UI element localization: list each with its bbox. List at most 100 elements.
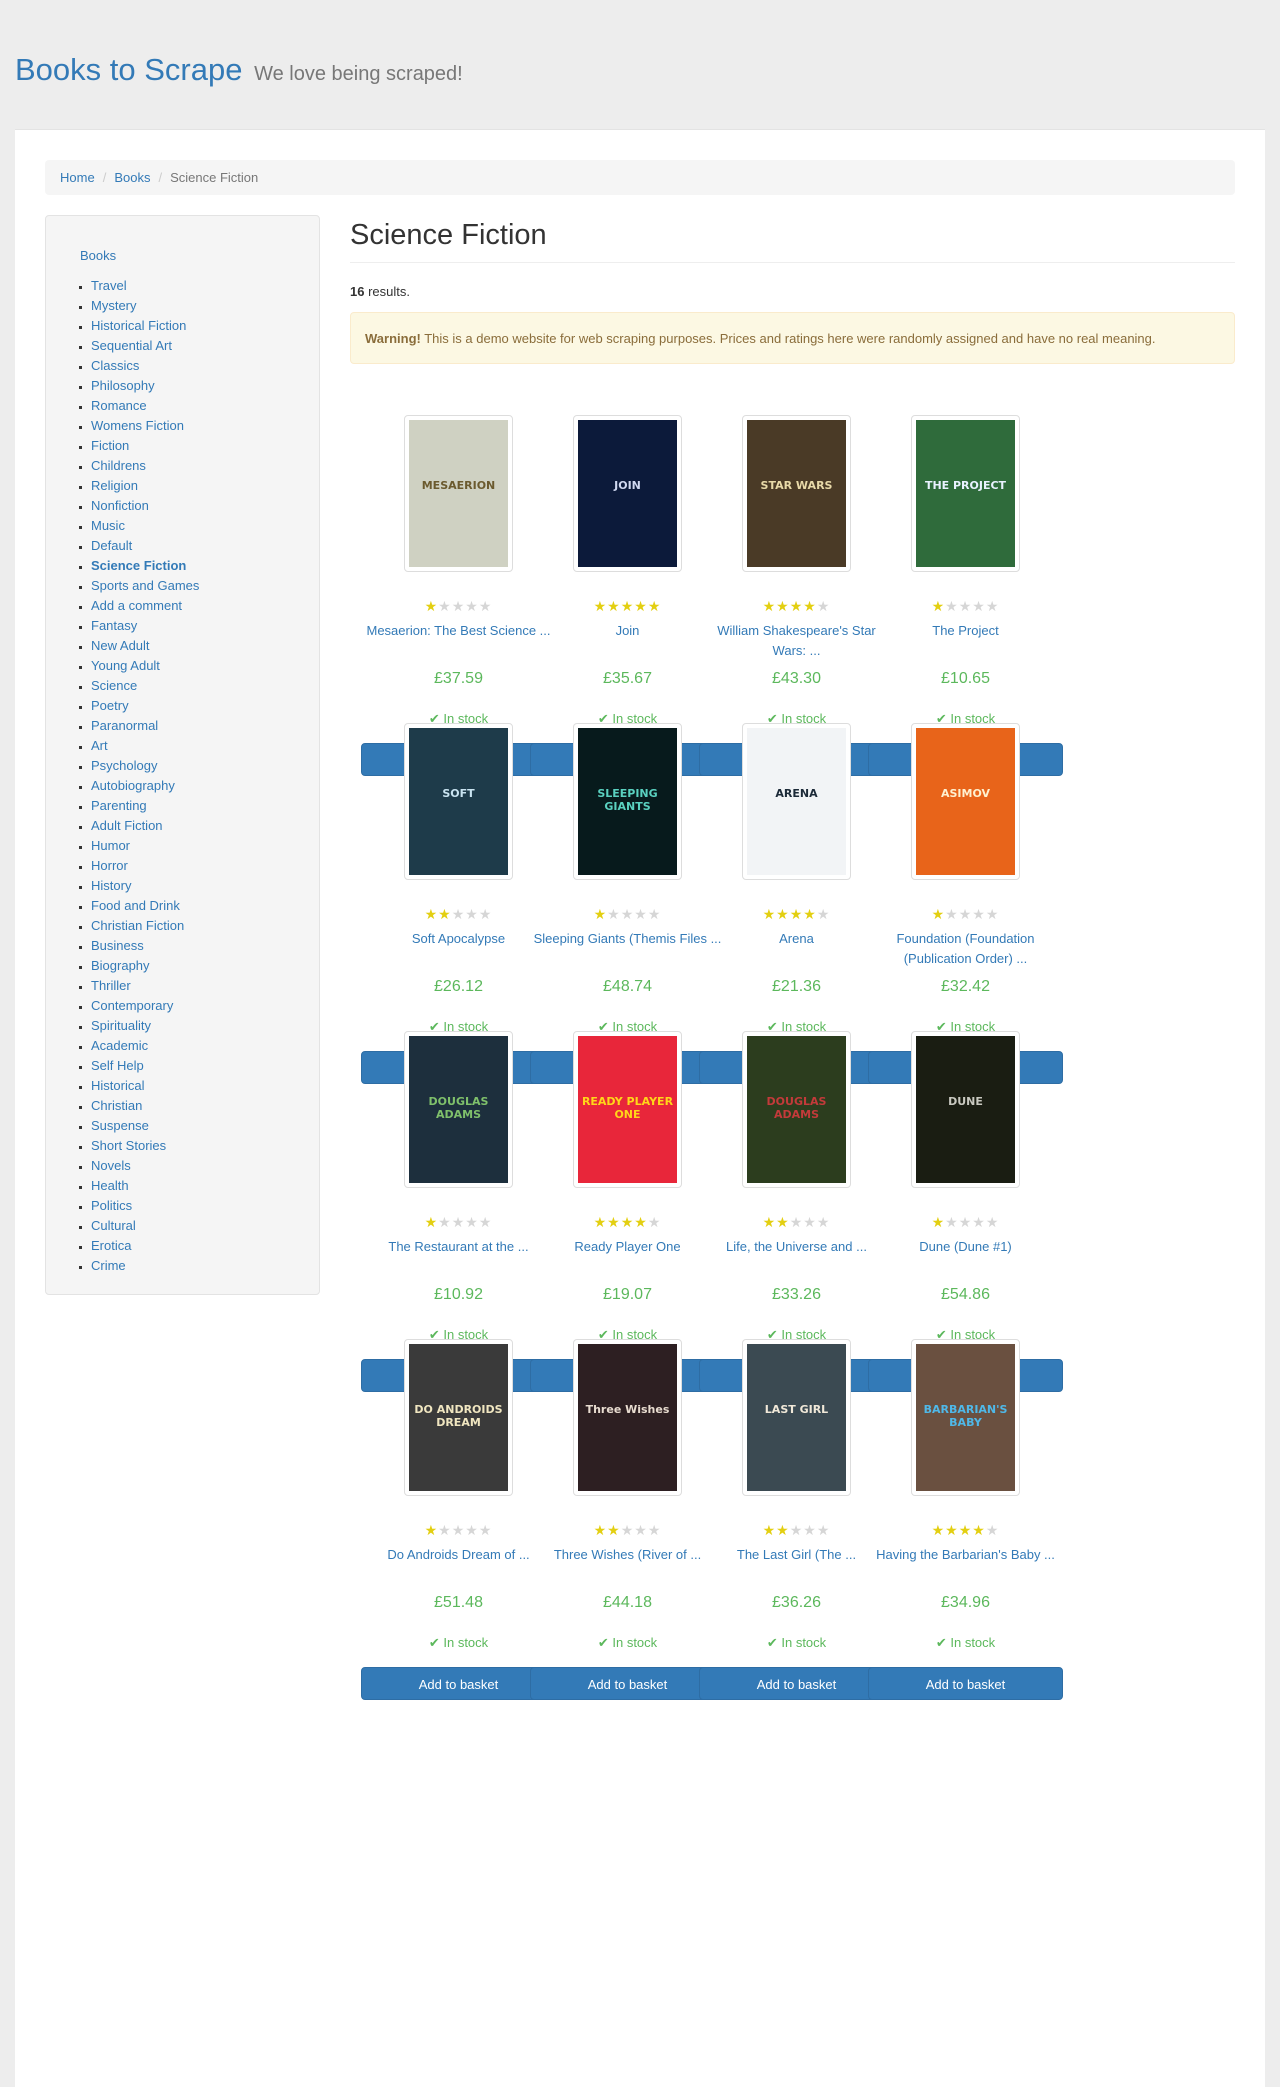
sidebar-category-link[interactable]: Politics (91, 1198, 132, 1213)
sidebar-category-link[interactable]: Science Fiction (91, 558, 186, 573)
product-title-link[interactable]: Sleeping Giants (Themis Files ... (530, 929, 725, 949)
sidebar-category-link[interactable]: Horror (91, 858, 128, 873)
sidebar-category-link[interactable]: Historical Fiction (91, 318, 186, 333)
product-title-link[interactable]: Having the Barbarian's Baby ... (868, 1545, 1063, 1565)
breadcrumb-home[interactable]: Home (60, 160, 95, 195)
sidebar-category-link[interactable]: Art (91, 738, 108, 753)
sidebar-category-link[interactable]: Paranormal (91, 718, 158, 733)
sidebar-category-link[interactable]: Mystery (91, 298, 137, 313)
book-cover-thumbnail[interactable]: Three Wishes (573, 1339, 682, 1496)
checkmark-icon: ✔ (597, 1635, 613, 1650)
book-cover-thumbnail[interactable]: DUNE (911, 1031, 1020, 1188)
sidebar-category-link[interactable]: History (91, 878, 131, 893)
book-cover-thumbnail[interactable]: LAST GIRL (742, 1339, 851, 1496)
book-cover-thumbnail[interactable]: SLEEPING GIANTS (573, 723, 682, 880)
sidebar-category-link[interactable]: Sequential Art (91, 338, 172, 353)
sidebar-category-link[interactable]: Music (91, 518, 125, 533)
sidebar-category-link[interactable]: Womens Fiction (91, 418, 184, 433)
sidebar-category-link[interactable]: Fantasy (91, 618, 137, 633)
sidebar-category-link[interactable]: Philosophy (91, 378, 155, 393)
sidebar-category-link[interactable]: Spirituality (91, 1018, 151, 1033)
book-cover-thumbnail[interactable]: MESAERION (404, 415, 513, 572)
sidebar-category-link[interactable]: Cultural (91, 1218, 136, 1233)
book-cover-thumbnail[interactable]: DOUGLAS ADAMS (404, 1031, 513, 1188)
breadcrumb-current: Science Fiction (170, 170, 259, 185)
sidebar-category-link[interactable]: Classics (91, 358, 139, 373)
product-title-link[interactable]: The Project (868, 621, 1063, 641)
sidebar-category-link[interactable]: Short Stories (91, 1138, 166, 1153)
sidebar-category-link[interactable]: Romance (91, 398, 147, 413)
product-price: £21.36 (772, 978, 821, 995)
product-title-link[interactable]: Do Androids Dream of ... (361, 1545, 556, 1565)
product-title-link[interactable]: Life, the Universe and ... (699, 1237, 894, 1257)
star-icon: ★ (931, 906, 946, 922)
product-title-link[interactable]: Three Wishes (River of ... (530, 1545, 725, 1565)
book-cover-image: READY PLAYER ONE (578, 1036, 677, 1183)
book-cover-thumbnail[interactable]: BARBARIAN'S BABY (911, 1339, 1020, 1496)
brand-link[interactable]: Books to Scrape (15, 52, 242, 87)
sidebar-category-link[interactable]: Crime (91, 1258, 126, 1273)
sidebar-category-link[interactable]: Self Help (91, 1058, 144, 1073)
sidebar-category-link[interactable]: Travel (91, 278, 127, 293)
sidebar-category-link[interactable]: New Adult (91, 638, 150, 653)
sidebar-category-link[interactable]: Thriller (91, 978, 131, 993)
sidebar-category-link[interactable]: Religion (91, 478, 138, 493)
sidebar-category-link[interactable]: Add a comment (91, 598, 182, 613)
book-cover-thumbnail[interactable]: DOUGLAS ADAMS (742, 1031, 851, 1188)
cover-art-text: SLEEPING GIANTS (597, 786, 658, 813)
sidebar-category-link[interactable]: Business (91, 938, 144, 953)
product-title-link[interactable]: Foundation (Foundation (Publication Orde… (868, 929, 1063, 969)
book-cover-thumbnail[interactable]: STAR WARS (742, 415, 851, 572)
book-cover-thumbnail[interactable]: ASIMOV (911, 723, 1020, 880)
sidebar-category-link[interactable]: Poetry (91, 698, 129, 713)
sidebar-category-link[interactable]: Sports and Games (91, 578, 199, 593)
add-to-basket-button[interactable]: Add to basket (699, 1667, 894, 1700)
sidebar-category-link[interactable]: Historical (91, 1078, 144, 1093)
sidebar-category-link[interactable]: Autobiography (91, 778, 175, 793)
book-cover-thumbnail[interactable]: THE PROJECT (911, 415, 1020, 572)
book-cover-thumbnail[interactable]: ARENA (742, 723, 851, 880)
sidebar-category-link[interactable]: Academic (91, 1038, 148, 1053)
sidebar-category-link[interactable]: Childrens (91, 458, 146, 473)
add-to-basket-button[interactable]: Add to basket (361, 1667, 556, 1700)
sidebar-category-link[interactable]: Suspense (91, 1118, 149, 1133)
sidebar-category-link[interactable]: Biography (91, 958, 150, 973)
sidebar-category-link[interactable]: Psychology (91, 758, 157, 773)
sidebar-category-item: History (91, 876, 319, 896)
sidebar-category-link[interactable]: Parenting (91, 798, 147, 813)
product-title-link[interactable]: Ready Player One (530, 1237, 725, 1257)
sidebar-category-link[interactable]: Default (91, 538, 132, 553)
sidebar-category-link[interactable]: Novels (91, 1158, 131, 1173)
star-icon: ★ (776, 1522, 790, 1538)
product-title-link[interactable]: Join (530, 621, 725, 641)
sidebar-category-link[interactable]: Nonfiction (91, 498, 149, 513)
sidebar-category-link[interactable]: Erotica (91, 1238, 131, 1253)
add-to-basket-button[interactable]: Add to basket (868, 1667, 1063, 1700)
sidebar-category-link[interactable]: Science (91, 678, 137, 693)
sidebar-category-link[interactable]: Adult Fiction (91, 818, 163, 833)
sidebar-category-link[interactable]: Humor (91, 838, 130, 853)
breadcrumb-books[interactable]: Books (114, 160, 150, 195)
product-title-link[interactable]: The Last Girl (The ... (699, 1545, 894, 1565)
product-title-link[interactable]: Soft Apocalypse (361, 929, 556, 949)
product-title-link[interactable]: The Restaurant at the ... (361, 1237, 556, 1257)
sidebar-category-link[interactable]: Food and Drink (91, 898, 180, 913)
book-cover-thumbnail[interactable]: READY PLAYER ONE (573, 1031, 682, 1188)
sidebar-category-link[interactable]: Young Adult (91, 658, 160, 673)
sidebar-category-link[interactable]: Fiction (91, 438, 129, 453)
sidebar-books-link[interactable]: Books (80, 246, 319, 266)
book-cover-thumbnail[interactable]: DO ANDROIDS DREAM (404, 1339, 513, 1496)
product-title-link[interactable]: William Shakespeare's Star Wars: ... (699, 621, 894, 661)
sidebar-category-link[interactable]: Christian Fiction (91, 918, 184, 933)
product-title-link[interactable]: Arena (699, 929, 894, 949)
sidebar-category-link[interactable]: Health (91, 1178, 129, 1193)
book-cover-thumbnail[interactable]: SOFT (404, 723, 513, 880)
book-cover-thumbnail[interactable]: JOIN (573, 415, 682, 572)
add-to-basket-button[interactable]: Add to basket (530, 1667, 725, 1700)
cover-art-text: ASIMOV (940, 786, 991, 800)
product-title-link[interactable]: Dune (Dune #1) (868, 1237, 1063, 1257)
product-title-link[interactable]: Mesaerion: The Best Science ... (361, 621, 556, 641)
sidebar-category-link[interactable]: Contemporary (91, 998, 173, 1013)
star-icon: ★ (762, 1214, 777, 1230)
sidebar-category-link[interactable]: Christian (91, 1098, 142, 1113)
